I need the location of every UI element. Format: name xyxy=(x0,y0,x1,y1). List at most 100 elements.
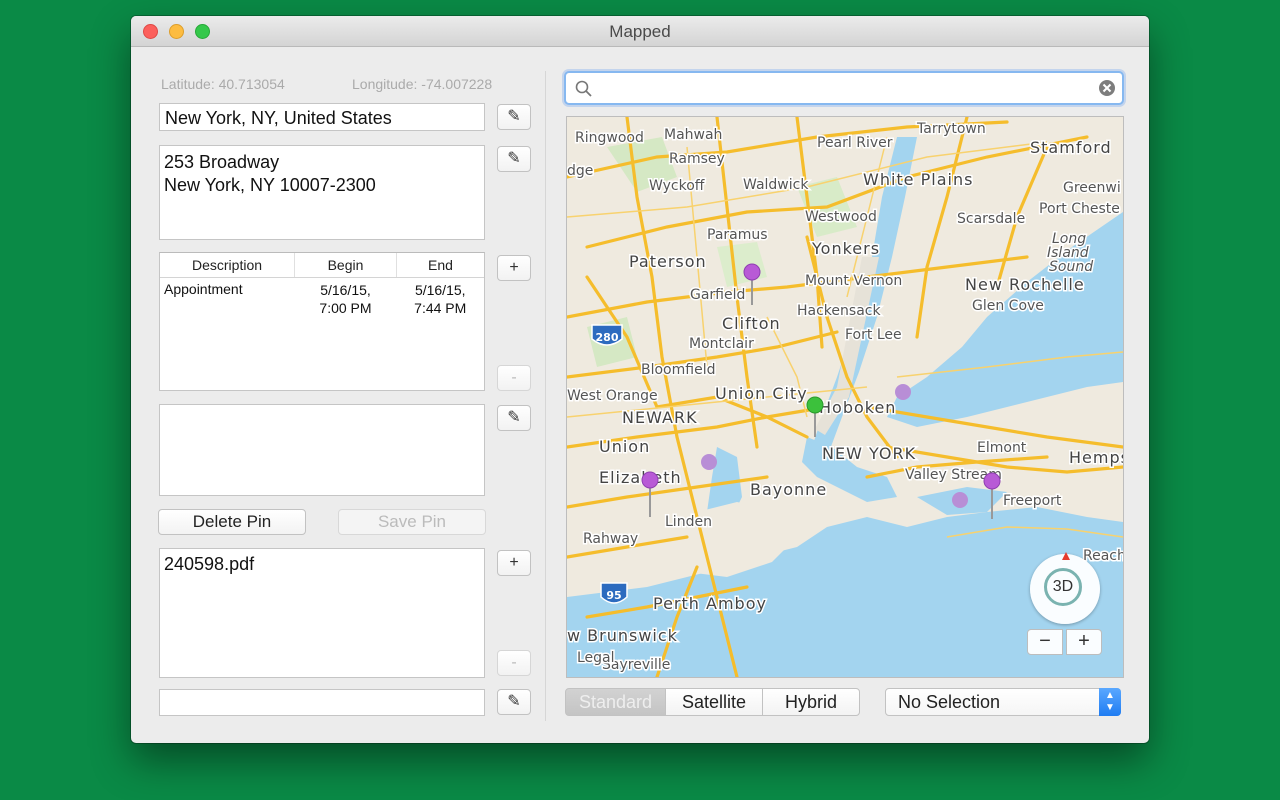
map-label: Hoboken xyxy=(819,398,896,417)
map-type-satellite[interactable]: Satellite xyxy=(665,688,763,716)
airport-icon xyxy=(952,492,968,508)
events-table: Description Begin End Appointment 5/16/1… xyxy=(159,252,485,391)
map-label: Sound xyxy=(1049,259,1093,275)
interstate-280-shield: 280 xyxy=(591,324,623,346)
map-label: Paterson xyxy=(629,252,707,271)
map-type-standard[interactable]: Standard xyxy=(565,688,666,716)
map-label: NEW YORK xyxy=(822,444,916,463)
title-bar: Mapped xyxy=(131,16,1149,47)
zoom-out-button[interactable]: − xyxy=(1027,629,1063,655)
map-label: Montclair xyxy=(689,336,754,352)
address-line-1: 253 Broadway xyxy=(164,152,280,172)
map-label: Linden xyxy=(665,514,712,530)
map-label: Waldwick xyxy=(743,177,809,193)
search-input[interactable] xyxy=(600,76,1094,102)
map-label: Mahwah xyxy=(664,127,722,143)
map-label: Glen Cove xyxy=(972,298,1044,314)
app-window: Mapped Latitude: 40.713054 Longitude: -7… xyxy=(131,16,1149,743)
clear-search-icon[interactable] xyxy=(1098,79,1116,97)
edit-name-button[interactable]: ✎ xyxy=(497,104,531,130)
search-field[interactable] xyxy=(564,71,1124,105)
map-label: Union xyxy=(599,437,650,456)
event-begin: 5/16/15, 7:00 PM xyxy=(319,282,372,316)
map-type-hybrid[interactable]: Hybrid xyxy=(762,688,860,716)
location-name-field[interactable]: New York, NY, United States xyxy=(159,103,485,131)
airport-icon xyxy=(895,384,911,400)
plus-icon: + xyxy=(509,554,519,571)
map-label: White Plains xyxy=(863,170,973,189)
map-label: Perth Amboy xyxy=(653,594,767,613)
map-label: Ramsey xyxy=(669,151,725,167)
minus-icon: - xyxy=(511,369,517,386)
edit-notes-button[interactable]: ✎ xyxy=(497,405,531,431)
map-label: Greenwi xyxy=(1063,180,1121,196)
legal-link: Legal xyxy=(577,650,615,666)
airport-icon xyxy=(701,454,717,470)
map-label: West Orange xyxy=(567,388,658,404)
zoom-in-button[interactable]: + xyxy=(1066,629,1102,655)
add-event-button[interactable]: + xyxy=(497,255,531,281)
map-label: Fort Lee xyxy=(845,327,902,343)
map-label: Hemps xyxy=(1069,448,1123,467)
map-label: Tarrytown xyxy=(916,121,986,137)
map-view[interactable]: 280 95 Ringwood Mahwah Tarrytown Pearl R… xyxy=(566,116,1124,678)
map-label: Yonkers xyxy=(811,239,880,258)
compass-3d-button[interactable]: 3D xyxy=(1030,552,1100,624)
search-icon xyxy=(575,80,592,97)
map-label: Union City xyxy=(715,384,808,403)
map-label: Garfield xyxy=(690,287,745,303)
edit-address-button[interactable]: ✎ xyxy=(497,146,531,172)
map-label: Freeport xyxy=(1003,493,1062,509)
map-label: Wyckoff xyxy=(649,178,705,194)
svg-text:95: 95 xyxy=(606,589,621,602)
map-label: Mount Vernon xyxy=(805,273,902,289)
map-label: Rahway xyxy=(583,531,638,547)
event-end: 5/16/15, 7:44 PM xyxy=(414,282,467,316)
map-label: Westwood xyxy=(805,209,877,225)
pencil-icon: ✎ xyxy=(507,409,521,426)
interstate-95-shield: 95 xyxy=(600,582,628,604)
map-label: dge xyxy=(567,163,593,179)
window-title: Mapped xyxy=(609,22,671,41)
3d-label: 3D xyxy=(1044,568,1082,606)
save-pin-button[interactable]: Save Pin xyxy=(338,509,486,535)
panel-divider[interactable] xyxy=(545,71,546,721)
edit-url-button[interactable]: ✎ xyxy=(497,689,531,715)
minus-icon: - xyxy=(511,654,517,671)
map-label: Pearl River xyxy=(817,135,893,151)
plus-icon: + xyxy=(509,259,519,276)
event-description: Appointment xyxy=(164,281,243,297)
map-label: Reach xyxy=(1083,548,1123,564)
map-label: Port Cheste xyxy=(1039,201,1120,217)
pencil-icon: ✎ xyxy=(507,150,521,167)
map-label: Bloomfield xyxy=(641,362,715,378)
selection-popup[interactable]: No Selection ▲ ▼ xyxy=(885,688,1121,716)
column-header-begin[interactable]: Begin xyxy=(294,253,397,278)
map-label: Elizabeth xyxy=(599,468,682,487)
address-field[interactable]: 253 Broadway New York, NY 10007-2300 xyxy=(159,145,485,240)
table-row[interactable]: Appointment 5/16/15, 7:00 PM 5/16/15, 7:44… xyxy=(160,278,484,321)
map-label: Clifton xyxy=(722,314,781,333)
map-label: Paramus xyxy=(707,227,768,243)
remove-event-button[interactable]: - xyxy=(497,365,531,391)
selection-popup-value: No Selection xyxy=(898,692,1001,712)
attachments-list: 240598.pdf xyxy=(159,548,485,678)
map-label: Bayonne xyxy=(750,480,827,499)
remove-attachment-button[interactable]: - xyxy=(497,650,531,676)
list-item[interactable]: 240598.pdf xyxy=(164,554,480,575)
map-label: Scarsdale xyxy=(957,211,1025,227)
delete-pin-button[interactable]: Delete Pin xyxy=(158,509,306,535)
url-field[interactable] xyxy=(159,689,485,716)
map-label: NEWARK xyxy=(622,408,698,427)
map-label: Stamford xyxy=(1030,138,1112,157)
notes-field[interactable] xyxy=(159,404,485,496)
svg-text:280: 280 xyxy=(596,331,619,344)
address-line-2: New York, NY 10007-2300 xyxy=(164,175,376,195)
column-header-end[interactable]: End xyxy=(396,253,484,278)
map-label: Ringwood xyxy=(575,130,644,146)
longitude-label: Longitude: -74.007228 xyxy=(352,76,493,92)
popup-arrows-icon: ▲ ▼ xyxy=(1099,688,1121,716)
column-header-description[interactable]: Description xyxy=(160,253,295,278)
map-label: Hackensack xyxy=(797,303,881,319)
add-attachment-button[interactable]: + xyxy=(497,550,531,576)
